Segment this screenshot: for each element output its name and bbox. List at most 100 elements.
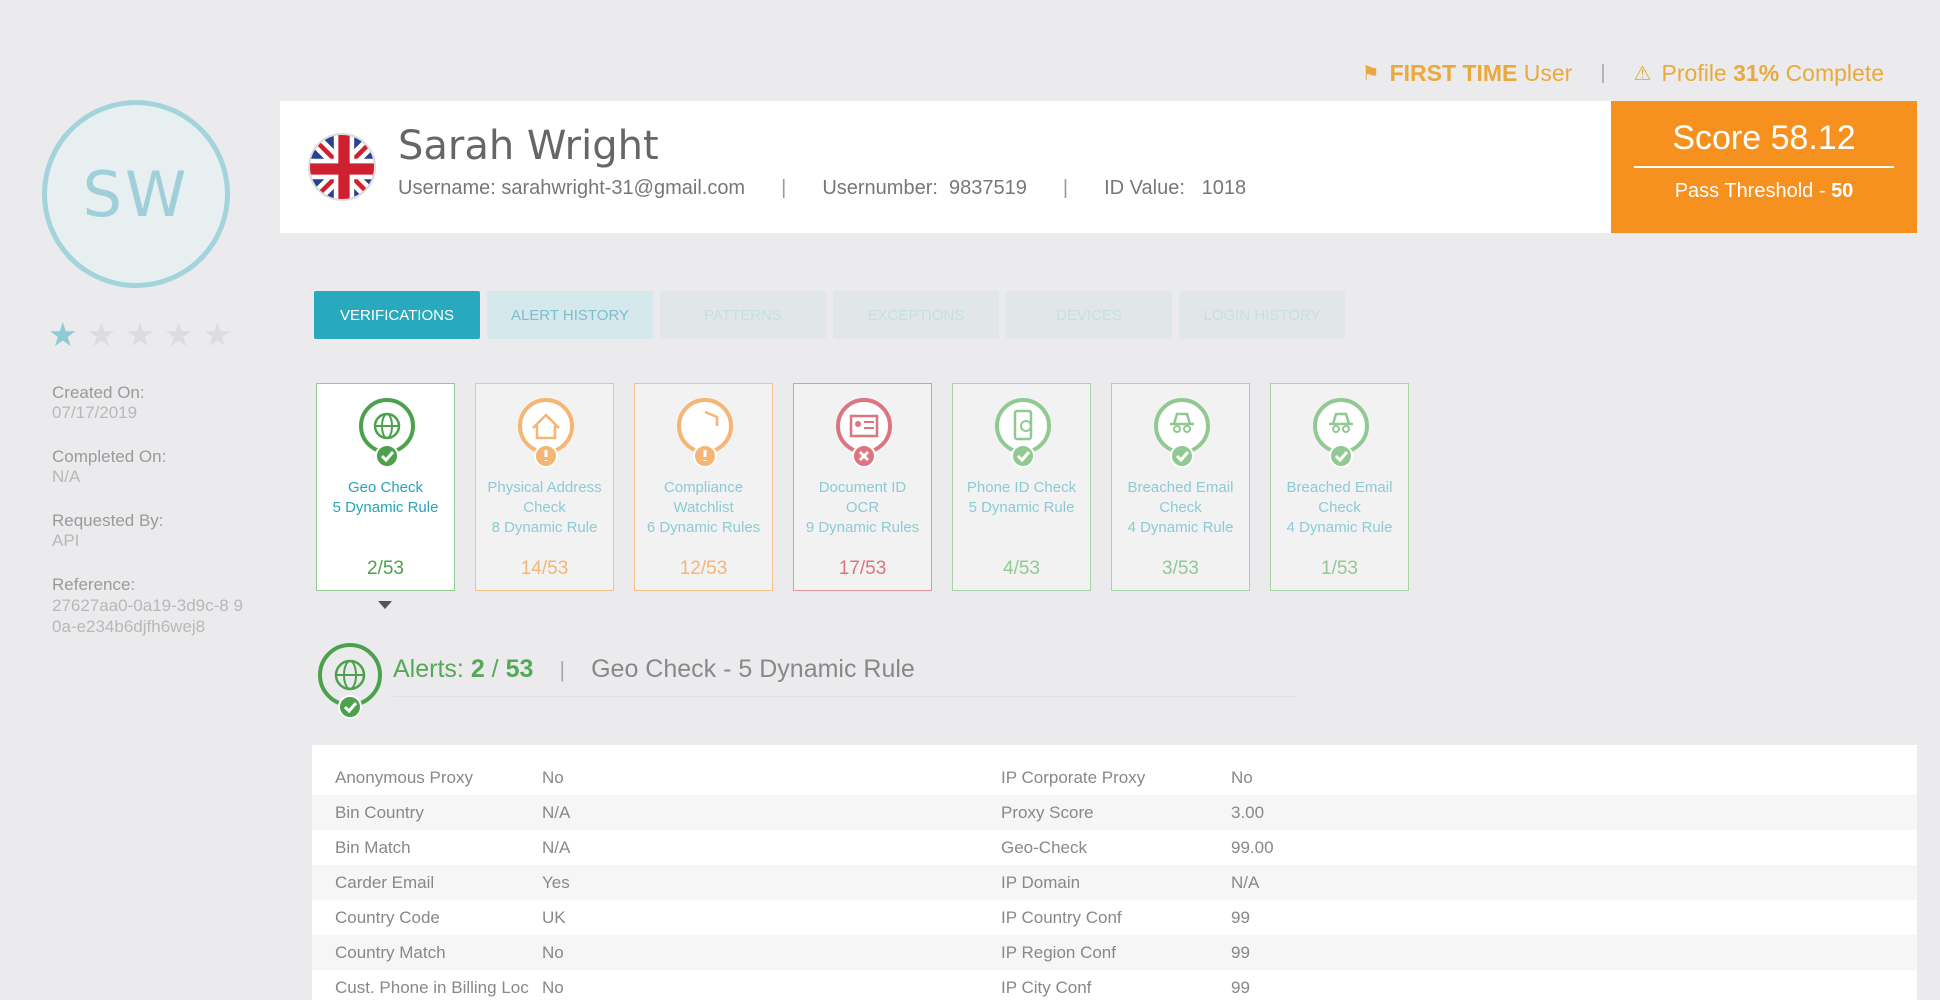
section-tabs: VERIFICATIONS ALERT HISTORY PATTERNS EXC… (314, 291, 1345, 339)
user-header: Sarah Wright Username: sarahwright-31@gm… (280, 101, 1917, 233)
table-row: Anonymous Proxy No IP Corporate Proxy No (312, 760, 1917, 795)
verification-card[interactable]: Physical Address Check 8 Dynamic Rule 14/53 (475, 383, 614, 591)
detail-value: N/A (542, 837, 571, 857)
detail-value: 99 (1231, 907, 1250, 927)
detail-value: UK (542, 907, 566, 927)
star-icon[interactable]: ★ (87, 318, 117, 351)
completed-label: Completed On: (52, 447, 167, 466)
phone-icon (993, 396, 1053, 477)
divider: | (559, 656, 566, 682)
card-count: 17/53 (838, 558, 887, 579)
star-icon[interactable]: ★ (202, 318, 232, 351)
card-count: 1/53 (1321, 558, 1358, 579)
usernumber-value: 9837519 (949, 177, 1027, 199)
warning-icon: ⚠ (1633, 63, 1652, 85)
requested-label: Requested By: (52, 511, 164, 530)
card-title-line: Physical Address (487, 479, 602, 496)
score-line: Score 58.12 (1634, 119, 1894, 168)
detail-key: Carder Email (335, 872, 435, 892)
tab-exceptions[interactable]: EXCEPTIONS (833, 291, 999, 339)
profile-percent: 31% (1733, 60, 1780, 86)
card-title-line: 5 Dynamic Rule (968, 499, 1075, 516)
verification-card[interactable]: Breached Email Check 4 Dynamic Rule 3/53 (1111, 383, 1250, 591)
card-title-line: OCR (845, 499, 880, 516)
tab-devices[interactable]: DEVICES (1006, 291, 1172, 339)
globe-icon (316, 641, 386, 728)
card-title: Breached Email Check 4 Dynamic Rule (1271, 478, 1408, 538)
alerts-slash: / (491, 655, 499, 683)
detail-value: Yes (542, 872, 570, 892)
divider: | (1062, 177, 1069, 199)
user-name: Sarah Wright (398, 123, 659, 169)
card-title-line: 5 Dynamic Rule (332, 499, 439, 516)
alerts-count: 2 (470, 655, 485, 683)
card-title-line: Compliance (663, 479, 744, 496)
threshold-line: Pass Threshold - 50 (1611, 180, 1917, 203)
shield-icon (675, 396, 735, 477)
verification-card[interactable]: Breached Email Check 4 Dynamic Rule 1/53 (1270, 383, 1409, 591)
tab-patterns[interactable]: PATTERNS (660, 291, 826, 339)
threshold-value: 50 (1831, 180, 1854, 202)
avatar: SW (42, 100, 230, 288)
tab-verifications[interactable]: VERIFICATIONS (314, 291, 480, 339)
verification-card[interactable]: Phone ID Check 5 Dynamic Rule 4/53 (952, 383, 1091, 591)
detail-value: 99 (1231, 942, 1250, 962)
card-count: 4/53 (1003, 558, 1040, 579)
detail-value: N/A (1231, 872, 1260, 892)
detail-value: No (1231, 767, 1253, 787)
completed-value: N/A (52, 467, 81, 486)
detail-value: No (542, 767, 564, 787)
card-title-line: Watchlist (673, 499, 734, 516)
card-title: Breached Email Check 4 Dynamic Rule (1112, 478, 1249, 538)
globe-icon (357, 396, 417, 477)
idvalue-label: ID Value: (1104, 177, 1185, 199)
requested-value: API (52, 531, 80, 550)
card-title-line: 8 Dynamic Rule (491, 519, 598, 536)
detail-key: IP Corporate Proxy (1001, 767, 1146, 787)
alerts-total: 53 (505, 655, 534, 683)
table-row: Bin Match N/A Geo-Check 99.00 (312, 830, 1917, 865)
profile-prefix: Profile (1661, 60, 1727, 86)
table-row: Carder Email Yes IP Domain N/A (312, 865, 1917, 900)
rating-stars[interactable]: ★ ★ ★ ★ ★ (48, 318, 232, 351)
detail-value: No (542, 977, 564, 997)
table-row: Cust. Phone in Billing Loc No IP City Conf… (312, 970, 1917, 1000)
detail-table: Anonymous Proxy No IP Corporate Proxy No Bin… (312, 745, 1917, 1000)
star-icon[interactable]: ★ (164, 318, 194, 351)
threshold-label: Pass Threshold - (1674, 180, 1826, 202)
id-document-icon (834, 396, 894, 477)
card-title-line: 6 Dynamic Rules (646, 519, 761, 536)
detail-key: IP City Conf (1001, 977, 1092, 997)
card-title-line: Check (523, 499, 566, 516)
detail-key: IP Domain (1001, 872, 1081, 892)
card-title-line: Document ID (818, 479, 907, 496)
detail-key: Country Match (335, 942, 446, 962)
divider (393, 696, 1296, 697)
alerts-summary: Alerts: 2 / 53 | Geo Check - 5 Dynamic R… (393, 655, 915, 684)
card-title: Geo Check 5 Dynamic Rule (317, 478, 454, 518)
first-time-bold: FIRST TIME (1389, 60, 1518, 86)
idvalue-value: 1018 (1201, 177, 1247, 199)
verification-card[interactable]: Document ID OCR 9 Dynamic Rules 17/53 (793, 383, 932, 591)
verification-card[interactable]: Geo Check 5 Dynamic Rule 2/53 (316, 383, 455, 591)
tab-login-history[interactable]: LOGIN HISTORY (1179, 291, 1345, 339)
score-label: Score (1672, 119, 1762, 157)
detail-key: Country Code (335, 907, 440, 927)
detail-value: 99.00 (1231, 837, 1274, 857)
caret-down-icon (378, 601, 392, 609)
profile-status: ⚑ FIRST TIME User | ⚠ Profile 31% Comple… (1362, 60, 1884, 87)
first-time-user: User (1523, 60, 1573, 86)
tab-alert-history[interactable]: ALERT HISTORY (487, 291, 653, 339)
detail-key: IP Country Conf (1001, 907, 1122, 927)
detail-key: Bin Country (335, 802, 424, 822)
detail-key: IP Region Conf (1001, 942, 1116, 962)
detail-value: 3.00 (1231, 802, 1265, 822)
detail-key: Proxy Score (1001, 802, 1094, 822)
created-value: 07/17/2019 (52, 403, 138, 422)
star-icon[interactable]: ★ (125, 318, 155, 351)
star-icon[interactable]: ★ (48, 318, 78, 351)
verification-card[interactable]: Compliance Watchlist 6 Dynamic Rules 12/53 (634, 383, 773, 591)
detail-key: Geo-Check (1001, 837, 1087, 857)
card-title-line: 4 Dynamic Rule (1127, 519, 1234, 536)
verification-cards: Geo Check 5 Dynamic Rule 2/53 Physical Addr… (316, 383, 1409, 591)
